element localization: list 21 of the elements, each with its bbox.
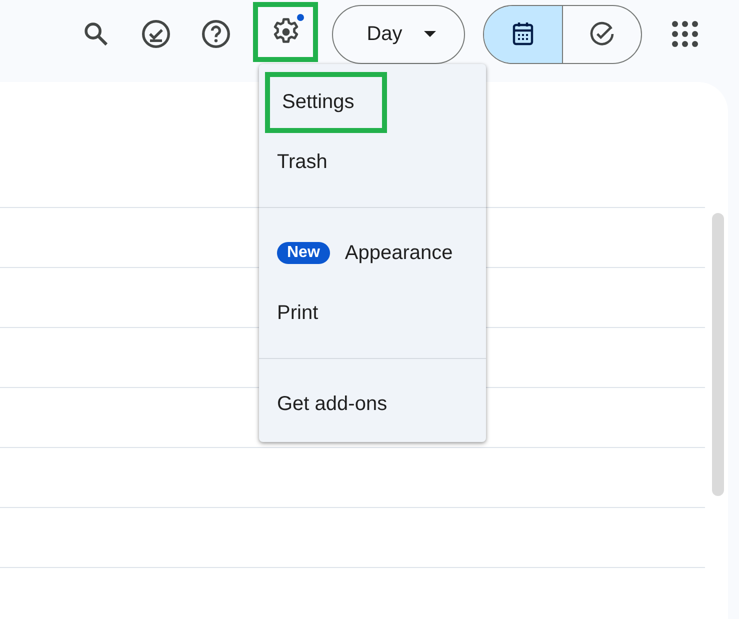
- search-icon: [82, 20, 110, 48]
- menu-item[interactable]: Trash: [259, 132, 346, 192]
- new-badge: New: [277, 242, 330, 264]
- menu-item[interactable]: New Appearance: [259, 223, 471, 283]
- check-circle-icon: [140, 18, 172, 50]
- menu-item-label: Appearance: [344, 242, 453, 264]
- calendar-icon: [511, 21, 535, 47]
- check-circle-icon: [588, 20, 616, 48]
- apps-grid-icon: [672, 21, 698, 47]
- menu-item[interactable]: Get add-ons: [259, 374, 406, 434]
- menu-item-label: Get add-ons: [277, 392, 388, 416]
- menu-item[interactable]: Settings: [265, 72, 387, 132]
- menu-item-label: Settings: [282, 90, 354, 114]
- notification-dot: [297, 14, 304, 21]
- menu-item-label: Trash: [277, 150, 328, 174]
- menu-item[interactable]: Print: [259, 283, 336, 343]
- caret-icon: [424, 30, 436, 38]
- scrollbar-thumb[interactable]: [712, 213, 724, 496]
- help-icon: [200, 18, 232, 50]
- menu-item-label: Print: [277, 302, 318, 324]
- calendar-view-tab[interactable]: [484, 6, 562, 62]
